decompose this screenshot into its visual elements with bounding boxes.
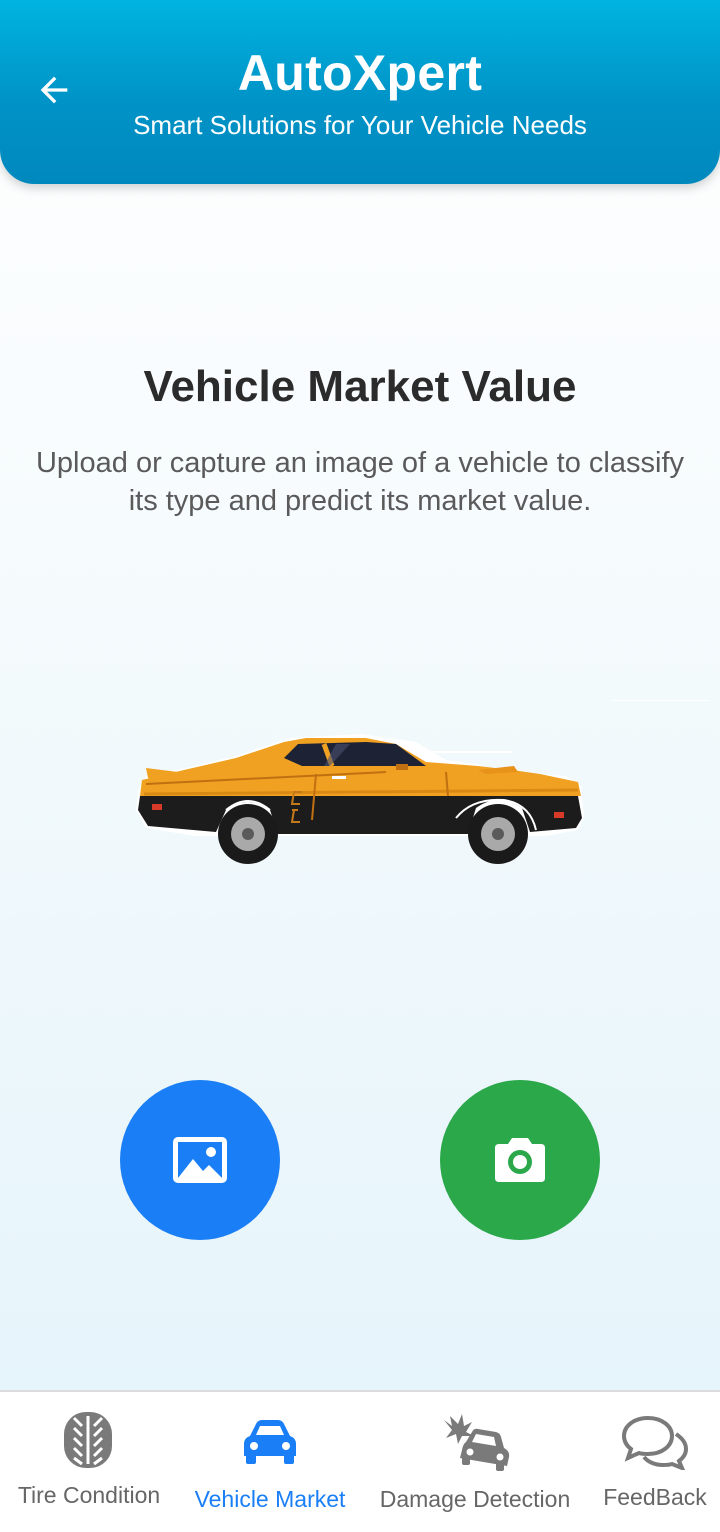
nav-label-damage-detection: Damage Detection <box>379 1486 571 1512</box>
chat-bubbles-icon <box>621 1415 689 1470</box>
app-subtitle: Smart Solutions for Your Vehicle Needs <box>133 110 587 140</box>
nav-label-tire-condition: Tire Condition <box>17 1482 161 1508</box>
nav-item-vehicle-market[interactable]: Vehicle Market <box>180 1392 360 1532</box>
nav-item-tire-condition[interactable]: Tire Condition <box>0 1392 180 1532</box>
car-crash-icon <box>444 1414 510 1471</box>
tire-icon <box>64 1412 112 1468</box>
bottom-navigation: Tire Condition Vehicle Market Damage Det… <box>0 1390 720 1532</box>
page-description: Upload or capture an image of a vehicle … <box>35 447 684 517</box>
camera-icon <box>495 1138 545 1182</box>
page-title: Vehicle Market Value <box>143 362 577 411</box>
nav-item-damage-detection[interactable]: Damage Detection <box>360 1392 590 1532</box>
image-icon <box>173 1137 227 1183</box>
app-title: AutoXpert <box>237 45 483 101</box>
muscle-car-illustration <box>126 699 716 880</box>
upload-image-button[interactable] <box>120 1080 280 1240</box>
nav-item-feedback[interactable]: FeedBack <box>590 1392 720 1532</box>
app-header: AutoXpert Smart Solutions for Your Vehic… <box>0 0 720 184</box>
capture-photo-button[interactable] <box>440 1080 600 1240</box>
nav-label-vehicle-market: Vehicle Market <box>194 1486 346 1512</box>
car-icon <box>244 1420 296 1464</box>
nav-label-feedback: FeedBack <box>603 1484 707 1510</box>
